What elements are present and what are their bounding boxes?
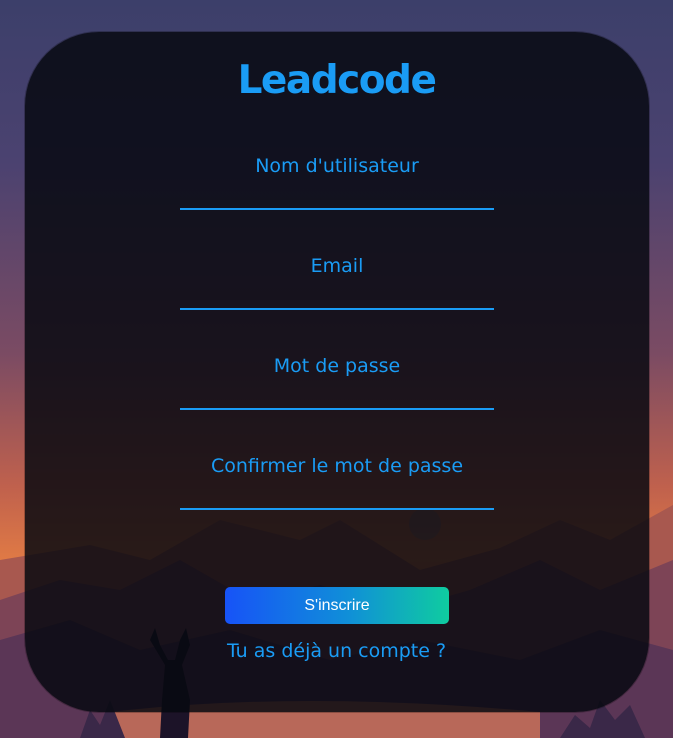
username-underline — [180, 208, 494, 210]
username-field[interactable]: Nom d'utilisateur — [180, 155, 498, 217]
brand-logo: Leadcode — [237, 58, 437, 103]
signup-button[interactable]: S'inscrire — [225, 587, 449, 624]
password-underline — [180, 408, 494, 410]
email-underline — [180, 308, 494, 310]
confirm-password-field[interactable]: Confirmer le mot de passe — [180, 455, 498, 517]
login-link[interactable]: Tu as déjà un compte ? — [227, 640, 446, 662]
login-link-wrapper: Tu as déjà un compte ? — [0, 640, 673, 662]
email-field[interactable]: Email — [180, 255, 498, 317]
password-field[interactable]: Mot de passe — [180, 355, 498, 417]
confirm-password-underline — [180, 508, 494, 510]
